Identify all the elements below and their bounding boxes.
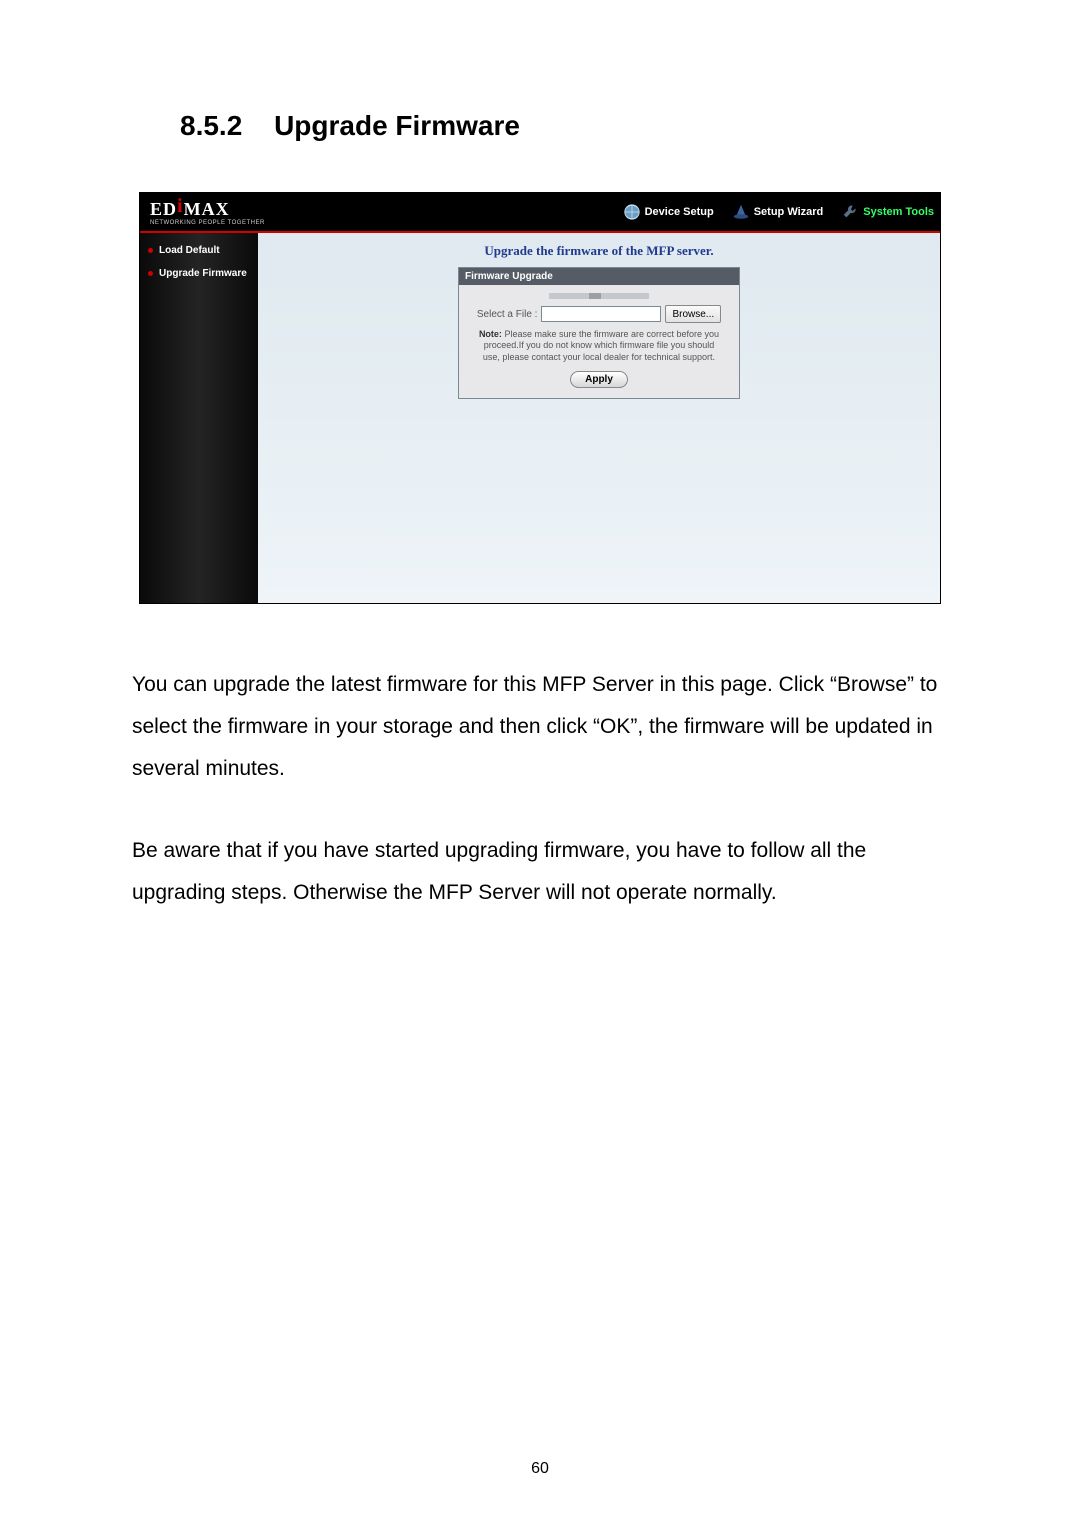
screenshot-router-admin: EDiMAX NETWORKING PEOPLE TOGETHER Device… bbox=[139, 192, 941, 604]
panel-body: Select a File : Browse... Note: Please m… bbox=[459, 285, 739, 398]
panel-header: Firmware Upgrade bbox=[459, 268, 739, 285]
nav-setup-wizard[interactable]: Setup Wizard bbox=[732, 203, 824, 221]
note-bold: Note: bbox=[479, 329, 502, 339]
sidebar-item-load-default[interactable]: Load Default bbox=[140, 241, 258, 264]
section-heading: 8.5.2 Upgrade Firmware bbox=[180, 110, 948, 142]
sidebar: Load Default Upgrade Firmware bbox=[140, 233, 258, 603]
heading-number: 8.5.2 bbox=[180, 110, 242, 142]
paragraph-1: You can upgrade the latest firmware for … bbox=[132, 664, 948, 790]
page-title: Upgrade the firmware of the MFP server. bbox=[484, 243, 713, 259]
file-path-input[interactable] bbox=[541, 306, 661, 322]
sidebar-item-upgrade-firmware[interactable]: Upgrade Firmware bbox=[140, 264, 258, 287]
nav-device-setup[interactable]: Device Setup bbox=[623, 203, 714, 221]
wizard-hat-icon bbox=[732, 203, 750, 221]
logo-tagline: NETWORKING PEOPLE TOGETHER bbox=[150, 220, 265, 226]
document-page: 8.5.2 Upgrade Firmware EDiMAX NETWORKING… bbox=[0, 0, 1080, 1528]
firmware-upgrade-panel: Firmware Upgrade Select a File : Browse.… bbox=[458, 267, 740, 399]
paragraph-2: Be aware that if you have started upgrad… bbox=[132, 830, 948, 914]
topbar: EDiMAX NETWORKING PEOPLE TOGETHER Device… bbox=[140, 193, 940, 233]
file-select-row: Select a File : Browse... bbox=[469, 305, 729, 323]
wrench-icon bbox=[841, 203, 859, 221]
nav-label: System Tools bbox=[863, 206, 934, 218]
topnav: Device Setup Setup Wizard System Tools bbox=[623, 203, 934, 221]
browse-button[interactable]: Browse... bbox=[665, 305, 721, 323]
page-number: 60 bbox=[0, 1460, 1080, 1478]
file-label: Select a File : bbox=[477, 309, 538, 320]
globe-icon bbox=[623, 203, 641, 221]
apply-button[interactable]: Apply bbox=[570, 371, 628, 388]
bullet-icon bbox=[148, 248, 153, 253]
note-text: Note: Please make sure the firmware are … bbox=[469, 329, 729, 371]
progress-indicator-icon bbox=[549, 293, 649, 299]
brand-logo: EDiMAX NETWORKING PEOPLE TOGETHER bbox=[150, 199, 265, 226]
heading-title: Upgrade Firmware bbox=[274, 110, 520, 141]
nav-label: Device Setup bbox=[645, 206, 714, 218]
content-row: Load Default Upgrade Firmware Upgrade th… bbox=[140, 233, 940, 603]
logo-text: EDiMAX bbox=[150, 199, 265, 219]
nav-label: Setup Wizard bbox=[754, 206, 824, 218]
sidebar-item-label: Load Default bbox=[159, 245, 220, 256]
main-content: Upgrade the firmware of the MFP server. … bbox=[258, 233, 940, 603]
bullet-icon bbox=[148, 271, 153, 276]
note-body: Please make sure the firmware are correc… bbox=[483, 329, 719, 362]
nav-system-tools[interactable]: System Tools bbox=[841, 203, 934, 221]
sidebar-item-label: Upgrade Firmware bbox=[159, 268, 247, 279]
